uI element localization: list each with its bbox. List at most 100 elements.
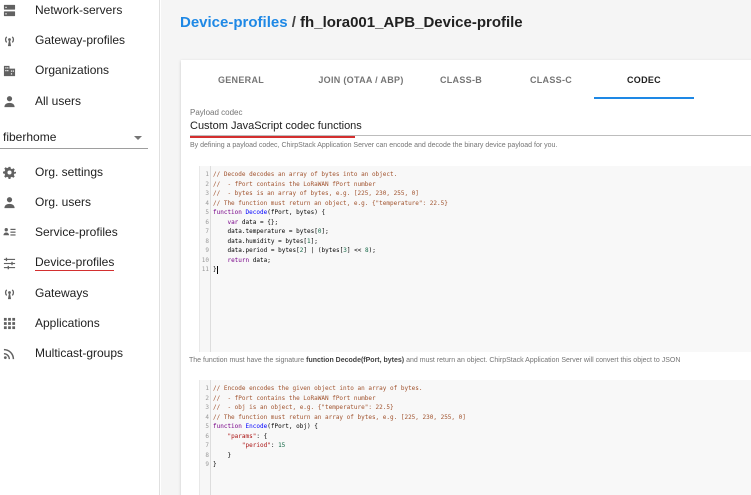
main-content: Device-profiles / fh_lora001_APB_Device-… bbox=[161, 0, 751, 495]
line-number: 3 bbox=[205, 190, 209, 197]
code-line: 1 // Decode decodes an array of bytes int… bbox=[200, 170, 751, 179]
sidebar-item-label: Device-profiles bbox=[35, 255, 115, 271]
sidebar-item-label: Gateway-profiles bbox=[35, 33, 126, 47]
code-line: 4 // The function must return an array of… bbox=[200, 413, 751, 422]
code-text: // Encode encodes the given object into … bbox=[213, 385, 423, 392]
organization-select-value: fiberhome bbox=[3, 130, 57, 144]
code-line: 9} bbox=[200, 460, 751, 469]
breadcrumb-separator: / bbox=[291, 14, 296, 31]
breadcrumb: Device-profiles / fh_lora001_APB_Device-… bbox=[180, 14, 523, 31]
code-text: data.period = bytes[2] | (bytes[3] << 8)… bbox=[227, 247, 376, 254]
line-number: 7 bbox=[205, 442, 209, 449]
sidebar-item-label: Org. settings bbox=[35, 165, 104, 179]
encode-function-editor[interactable]: 1 // Encode encodes the given object into… bbox=[199, 380, 751, 495]
code-text: return data; bbox=[227, 256, 271, 264]
app-root: Network-servers Gateway-profiles Organiz… bbox=[0, 0, 751, 495]
tab-bar: GENERAL JOIN (OTAA / ABP) CLASS-B CLASS-… bbox=[181, 60, 751, 100]
code-line: 2 // - fPort contains the LoRaWAN fPort n… bbox=[200, 394, 751, 403]
line-number: 7 bbox=[205, 228, 209, 235]
code-line: 3 // - bytes is an array of bytes, e.g. [… bbox=[200, 189, 751, 198]
radio-tower-icon bbox=[2, 33, 16, 47]
sidebar-item-service-profiles[interactable]: Service-profiles bbox=[0, 219, 160, 245]
payload-codec-label: Payload codec bbox=[190, 108, 243, 117]
code-line: 6 "params": { bbox=[200, 432, 751, 441]
sidebar-item-label: Network-servers bbox=[35, 3, 123, 17]
decode-function-editor[interactable]: 1 // Decode decodes an array of bytes int… bbox=[199, 166, 751, 352]
sidebar-item-all-users[interactable]: All users bbox=[0, 88, 160, 114]
line-number: 4 bbox=[205, 413, 209, 421]
code-text: var data = {}; bbox=[227, 218, 279, 226]
line-number: 4 bbox=[205, 199, 209, 207]
line-number: 10 bbox=[201, 256, 209, 264]
code-text: function Decode(fPort, bytes) { bbox=[213, 209, 326, 216]
organization-select[interactable]: fiberhome bbox=[0, 127, 148, 149]
sidebar-item-label: Service-profiles bbox=[35, 225, 118, 239]
page-title: fh_lora001_APB_Device-profile bbox=[300, 14, 523, 31]
sidebar-item-label: Organizations bbox=[35, 63, 110, 77]
sidebar-item-label: All users bbox=[35, 94, 82, 108]
line-number: 1 bbox=[205, 385, 209, 392]
account-list-icon bbox=[2, 225, 16, 239]
code-text: // - obj is an object, e.g. {"temperatur… bbox=[213, 404, 394, 411]
sidebar-item-org-settings[interactable]: Org. settings bbox=[0, 159, 160, 185]
sidebar-item-gateways[interactable]: Gateways bbox=[0, 280, 160, 306]
sidebar-item-org-users[interactable]: Org. users bbox=[0, 189, 160, 215]
rss-icon bbox=[2, 346, 16, 360]
line-number: 8 bbox=[205, 237, 209, 245]
sidebar-item-gateway-profiles[interactable]: Gateway-profiles bbox=[0, 27, 160, 53]
sidebar-item-multicast-groups[interactable]: Multicast-groups bbox=[0, 340, 160, 366]
tab-label: CLASS-C bbox=[529, 75, 573, 85]
person-icon bbox=[2, 195, 16, 209]
tab-class-c[interactable]: CLASS-C bbox=[491, 60, 611, 100]
server-icon bbox=[2, 3, 16, 17]
payload-codec-value: Custom JavaScript codec functions bbox=[190, 120, 362, 132]
annotation-underline bbox=[190, 136, 355, 138]
sidebar-item-device-profiles[interactable]: Device-profiles bbox=[0, 250, 160, 276]
sidebar-item-organizations[interactable]: Organizations bbox=[0, 57, 160, 83]
line-number: 6 bbox=[205, 218, 209, 226]
radio-tower-icon bbox=[2, 286, 16, 300]
code-text: "period": 15 bbox=[241, 442, 286, 449]
signature-text-before: The function must have the signature bbox=[189, 357, 307, 364]
line-number: 2 bbox=[205, 180, 209, 188]
line-number: 5 bbox=[205, 209, 209, 216]
code-text: } bbox=[213, 265, 218, 274]
tab-label: CODEC bbox=[626, 75, 661, 85]
tab-label: GENERAL bbox=[217, 75, 265, 85]
code-text: // The function must return an array of … bbox=[213, 413, 466, 421]
building-icon bbox=[2, 63, 16, 77]
sidebar: Network-servers Gateway-profiles Organiz… bbox=[0, 0, 160, 495]
sidebar-item-label: Org. users bbox=[35, 195, 92, 209]
tab-label: CLASS-B bbox=[439, 75, 483, 85]
code-text: } bbox=[227, 451, 232, 459]
code-line: 10 return data; bbox=[200, 256, 751, 265]
payload-codec-select[interactable]: Custom JavaScript codec functions bbox=[190, 120, 751, 136]
decode-signature-text: The function must have the signature fun… bbox=[189, 357, 680, 364]
code-text: // The function must return an object, e… bbox=[213, 199, 448, 207]
code-text: data.humidity = bytes[1]; bbox=[227, 237, 318, 245]
code-text: // - fPort contains the LoRaWAN fPort nu… bbox=[213, 394, 376, 402]
gear-icon bbox=[2, 165, 16, 179]
code-line: 4 // The function must return an object, … bbox=[200, 199, 751, 208]
code-line: 8 data.humidity = bytes[1]; bbox=[200, 237, 751, 246]
person-icon bbox=[2, 94, 16, 108]
code-text: function Encode(fPort, obj) { bbox=[213, 423, 318, 430]
code-line: 5 function Encode(fPort, obj) { bbox=[200, 422, 751, 431]
device-profile-card: GENERAL JOIN (OTAA / ABP) CLASS-B CLASS-… bbox=[181, 60, 751, 495]
tune-icon bbox=[2, 256, 16, 270]
payload-codec-helper-text: By defining a payload codec, ChirpStack … bbox=[190, 142, 558, 149]
tab-label: JOIN (OTAA / ABP) bbox=[318, 75, 404, 85]
line-number: 6 bbox=[205, 432, 209, 440]
code-text: // - bytes is an array of bytes, e.g. [2… bbox=[213, 190, 419, 197]
sidebar-item-applications[interactable]: Applications bbox=[0, 310, 160, 336]
grid-icon bbox=[2, 316, 16, 330]
line-number: 1 bbox=[205, 171, 209, 178]
tab-codec[interactable]: CODEC bbox=[594, 60, 694, 100]
code-line: 9 data.period = bytes[2] | (bytes[3] << … bbox=[200, 246, 751, 255]
breadcrumb-device-profiles-link[interactable]: Device-profiles bbox=[180, 14, 288, 31]
code-line: 2 // - fPort contains the LoRaWAN fPort n… bbox=[200, 180, 751, 189]
sidebar-item-label: Multicast-groups bbox=[35, 346, 124, 360]
sidebar-item-network-servers[interactable]: Network-servers bbox=[0, 0, 160, 23]
code-text: // Decode decodes an array of bytes into… bbox=[213, 171, 398, 178]
code-line: 6 var data = {}; bbox=[200, 218, 751, 227]
